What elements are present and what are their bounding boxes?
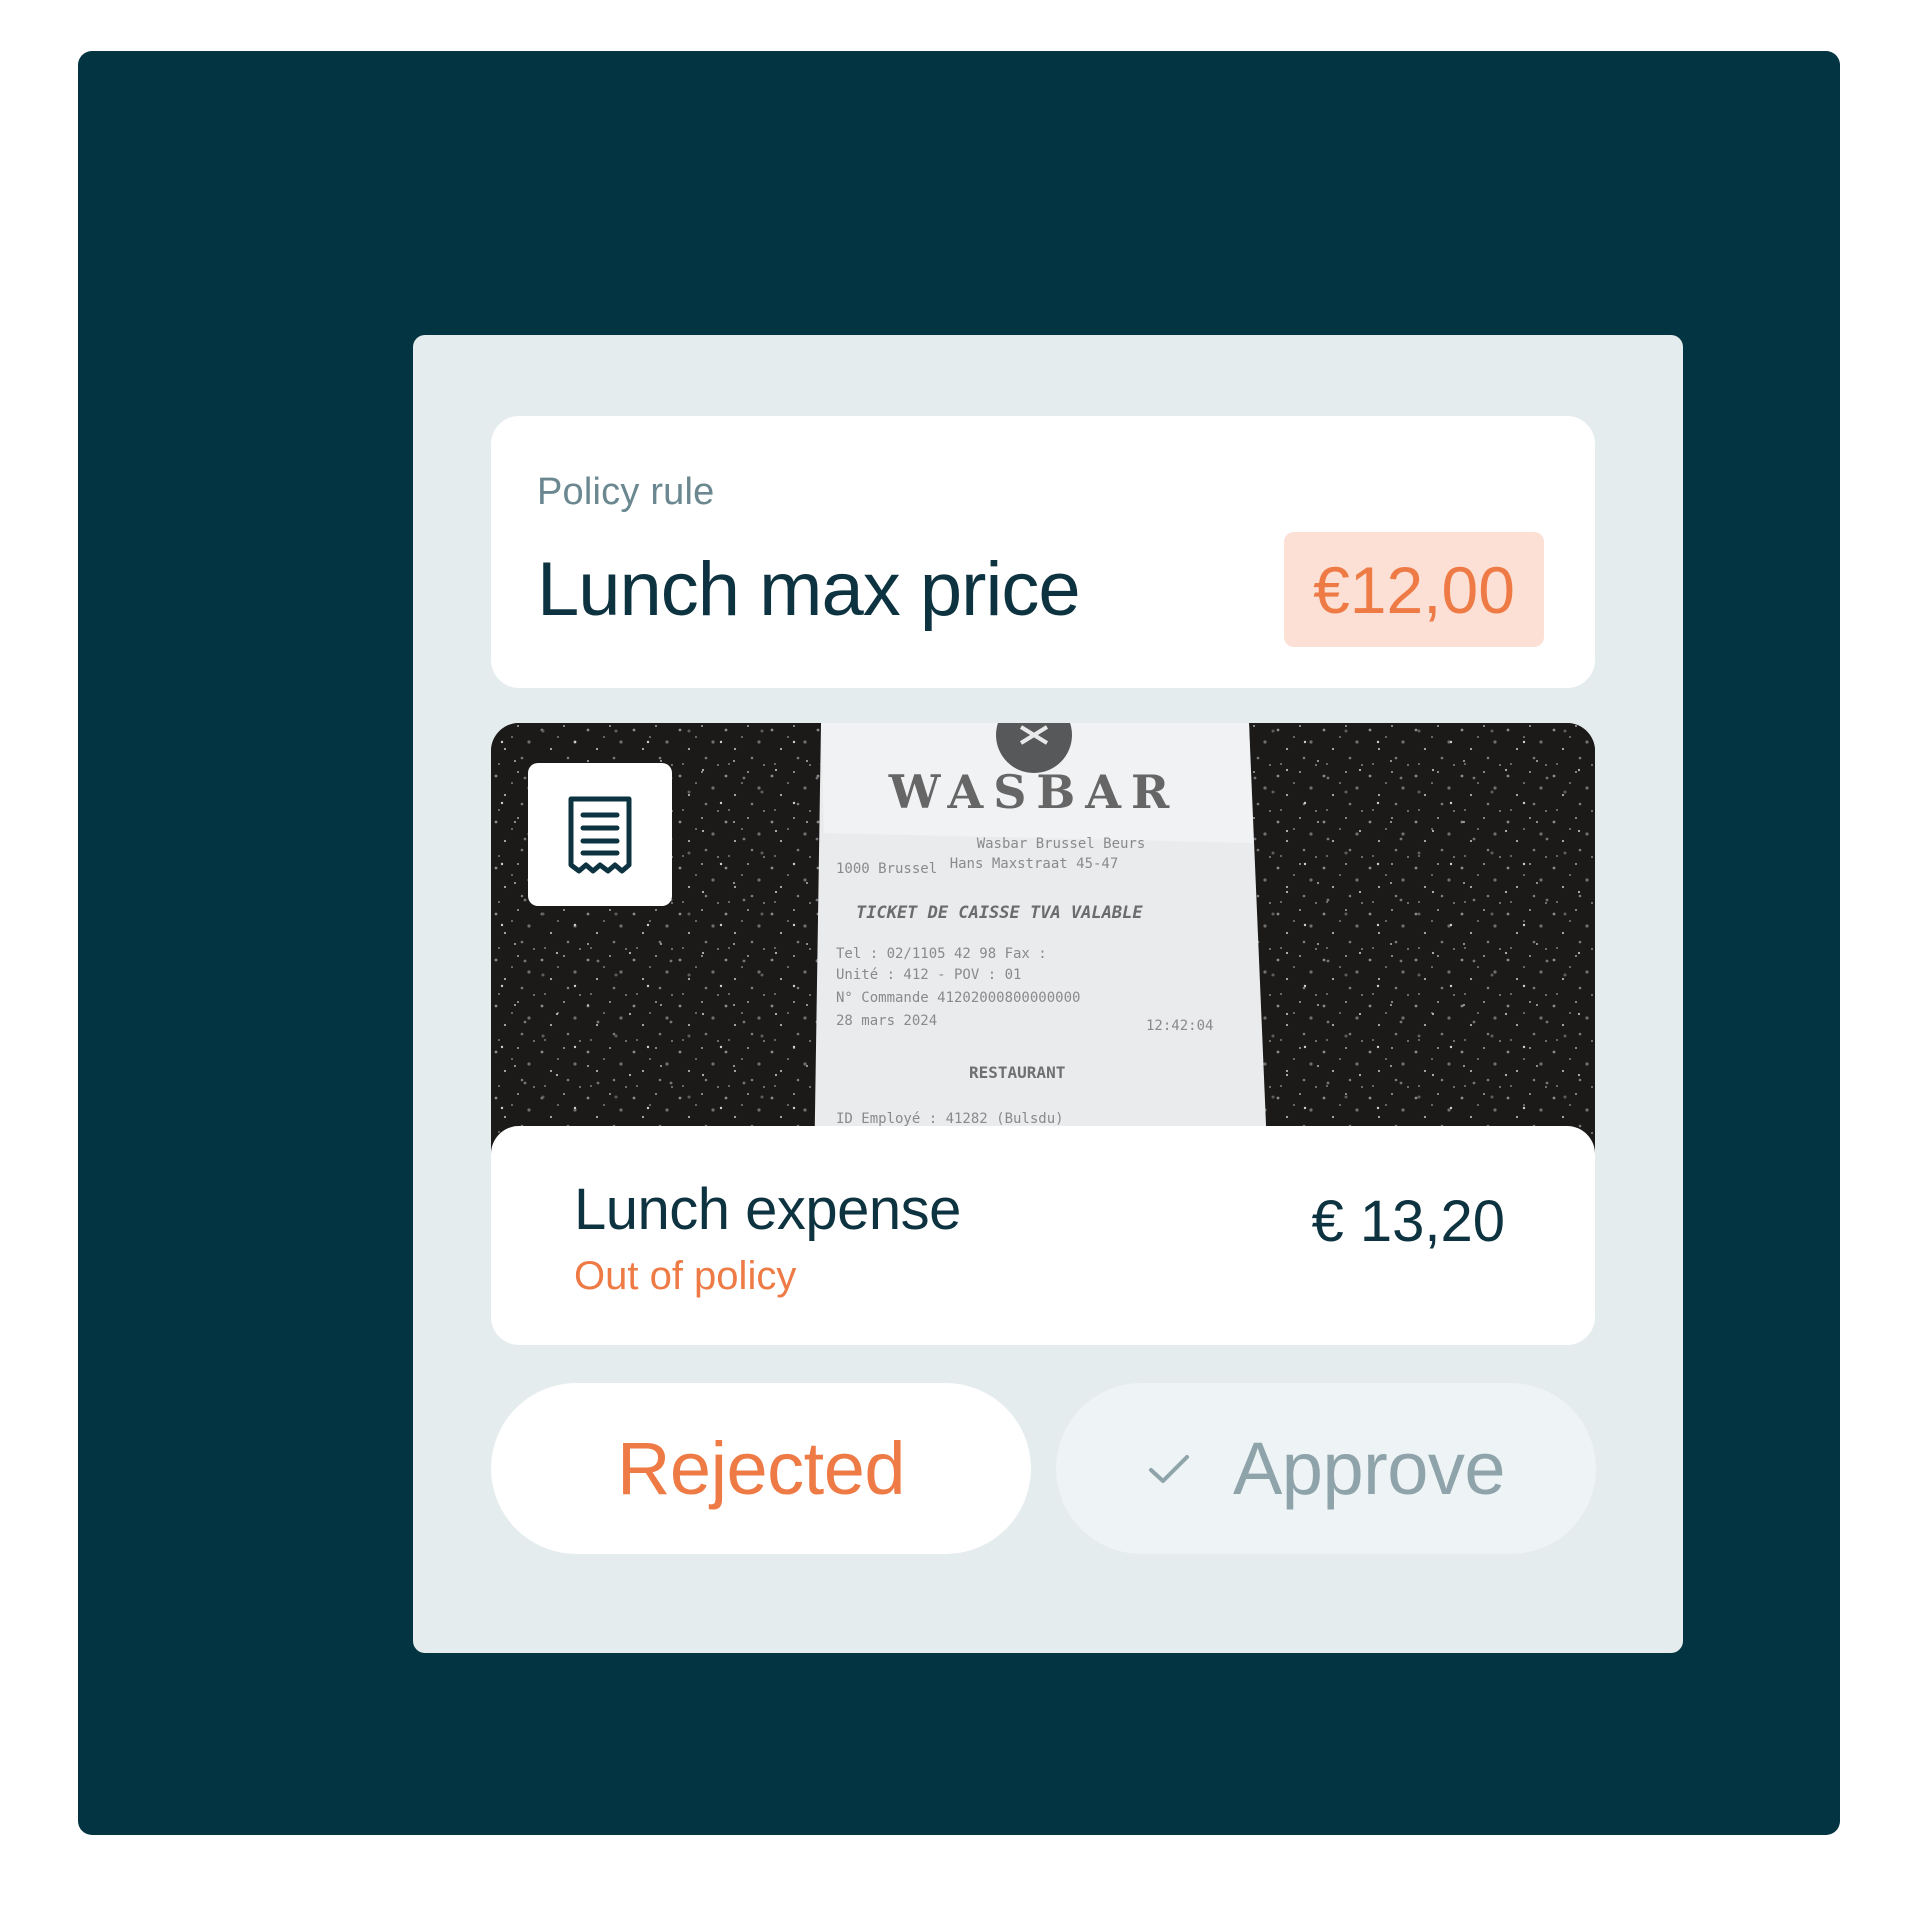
check-icon xyxy=(1147,1452,1191,1486)
receipt-tel-line: Tel : 02/1105 42 98 Fax : xyxy=(836,946,1047,962)
receipt-ticket-line: TICKET DE CAISSE TVA VALABLE xyxy=(856,903,1143,923)
expense-title: Lunch expense xyxy=(574,1177,961,1242)
receipt-unit-line: Unité : 412 - POV : 01 xyxy=(836,967,1021,983)
receipt-address-line1: Wasbar Brussel Beurs xyxy=(977,836,1146,852)
receipt-address-line2: Hans Maxstraat 45-47 xyxy=(950,856,1119,872)
reject-button[interactable]: Rejected xyxy=(491,1383,1031,1554)
approve-button-label: Approve xyxy=(1232,1427,1506,1510)
policy-rule-kicker: Policy rule xyxy=(537,471,715,513)
policy-limit-badge: €12,00 xyxy=(1284,532,1544,647)
receipt-order-line: N° Commande 41202000800000000 xyxy=(836,990,1080,1006)
receipt-icon xyxy=(568,796,632,873)
expense-review-panel: Policy rule Lunch max price €12,00 WASBA… xyxy=(413,335,1683,1653)
policy-rule-title: Lunch max price xyxy=(537,547,1081,632)
expense-status: Out of policy xyxy=(574,1254,797,1298)
approve-button[interactable]: Approve xyxy=(1056,1383,1596,1554)
policy-rule-card: Policy rule Lunch max price €12,00 xyxy=(491,416,1595,688)
receipt-city: 1000 Brussel xyxy=(836,861,937,877)
expense-amount: € 13,20 xyxy=(1311,1189,1505,1254)
receipt-employee-line: ID Employé : 41282 (Bulsdu) xyxy=(836,1111,1064,1127)
reject-button-label: Rejected xyxy=(616,1427,906,1510)
receipt-time: 12:42:04 xyxy=(1146,1018,1213,1034)
expense-card[interactable]: Lunch expense Out of policy € 13,20 xyxy=(491,1126,1595,1345)
receipt-date: 28 mars 2024 xyxy=(836,1013,937,1029)
receipt-badge[interactable] xyxy=(528,763,672,906)
receipt-section: RESTAURANT xyxy=(969,1063,1065,1082)
receipt-merchant: WASBAR xyxy=(888,765,1179,819)
background-frame: Policy rule Lunch max price €12,00 WASBA… xyxy=(78,51,1840,1835)
